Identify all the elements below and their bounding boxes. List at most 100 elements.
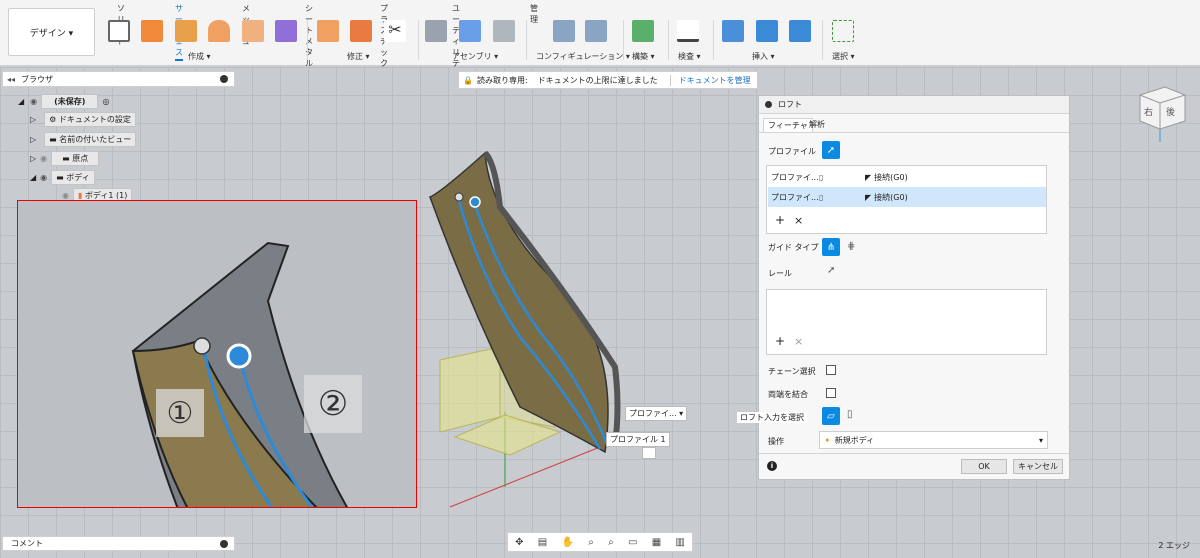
display-settings-icon[interactable]: ▭ [628,537,637,548]
joint-icon[interactable] [425,20,447,42]
create-group[interactable]: 作成 ▾ [188,51,211,62]
list-item[interactable]: プロファイ... ▯ ◤ 接続(G0) [768,167,1046,187]
rail-icon: ⋔ [826,241,836,253]
configure-table-icon[interactable] [585,20,607,42]
profile-tag-1-text: プロファイ... ▾ [629,409,684,418]
expand-icon[interactable]: ◢ [30,173,36,182]
insert-derive-icon[interactable] [722,20,744,42]
merge-ends-checkbox[interactable] [826,388,836,398]
operation-dropdown[interactable]: ✦ 新規ボディ ▾ [819,431,1048,449]
loft-input-surface-button[interactable]: ▱ [822,407,840,425]
design-workspace-button[interactable]: デザイン ▾ [8,8,95,56]
connection-icon[interactable]: ◤ [865,173,871,182]
orbit-icon[interactable]: ✥ [515,537,523,548]
remove-rail-button[interactable]: × [794,335,803,348]
info-icon[interactable]: i [767,461,777,471]
doc-settings-label: ドキュメントの設定 [58,114,131,124]
browser-header[interactable]: ◂◂ ブラウザ [2,71,235,87]
profile-tag-dropdown[interactable]: プロファイ... ▾ [625,406,688,421]
comment-add-icon[interactable] [220,539,228,548]
tree-item-bodies[interactable]: ◢ ◉ ▬ ボディ [30,169,95,185]
eye-icon[interactable]: ◉ [30,97,37,106]
remove-profile-button[interactable]: × [794,214,803,227]
tab-manage[interactable]: 管理 [530,3,538,25]
browser-pin-icon[interactable] [220,75,228,83]
tree-item-root[interactable]: ◢ ◉ (未保存) ◎ [18,93,109,109]
rail-cursor-icon[interactable]: ➚ [827,265,835,276]
configuration-group[interactable]: コンフィギュレーション ▾ [536,51,630,62]
assemble-group[interactable]: アセンブリ ▾ [452,51,498,62]
eye-icon[interactable]: ◉ [40,173,47,182]
browser-title: ブラウザ [21,74,54,84]
solid-input-icon[interactable]: ▯ [847,409,853,420]
body-icon: ▮ [77,190,85,200]
extrude-icon[interactable] [141,20,163,42]
add-profile-button[interactable]: + [775,213,785,227]
profile-tag-2-text: プロファイル 1 [610,435,666,444]
construct-group[interactable]: 構築 ▾ [632,51,655,62]
profile-icon: ▯ [819,192,824,202]
as-built-joint-icon[interactable] [493,20,515,42]
configure-icon[interactable] [553,20,575,42]
tab-analysis[interactable]: 解析 [805,118,829,132]
viewcube-right-label: 右 [1144,108,1154,118]
chain-select-checkbox[interactable] [826,365,836,375]
operation-label: 操作 [768,437,784,446]
centerline-icon[interactable]: ⋕ [847,241,855,252]
connection-icon[interactable]: ◤ [865,193,871,202]
new-component-icon[interactable] [459,20,481,42]
comment-panel-header[interactable]: コメント [2,536,235,551]
collapse-icon[interactable]: ◂◂ [7,75,15,84]
profile-tag[interactable]: プロファイル 1 [606,432,670,447]
tree-item-named-views[interactable]: ▷ ▬ 名前の付いたビュー [30,131,137,147]
insert-image-icon[interactable] [756,20,778,42]
select-icon[interactable] [832,20,854,42]
navigation-bar: ✥ ▤ ✋ ⌕ ⌕ ▭ ▦ ▥ [507,532,693,552]
tree-item-doc-settings[interactable]: ▷ ⚙ ドキュメントの設定 [30,111,136,127]
zoom-window-icon[interactable]: ⌕ [608,537,614,548]
revolve-icon[interactable] [208,20,230,42]
loft-icon[interactable] [242,20,264,42]
cancel-button[interactable]: キャンセル [1013,459,1063,474]
tree-item-origin[interactable]: ▷ ◉ ▬ 原点 [30,150,100,166]
decal-icon[interactable] [789,20,811,42]
move-handle-icon[interactable] [642,447,656,459]
grid-settings-icon[interactable]: ▦ [652,537,661,548]
measure-icon[interactable] [677,20,699,42]
manage-documents-link[interactable]: ドキュメントを管理 [669,74,751,86]
viewcube-back-label: 後 [1166,108,1176,118]
box-icon[interactable] [275,20,297,42]
patch-icon[interactable] [175,20,197,42]
zoom-icon[interactable]: ⌕ [588,537,594,548]
profile-select-button[interactable]: ➚ [822,141,840,159]
dialog-collapse-icon[interactable] [765,101,772,108]
modify-group[interactable]: 修正 ▾ [347,51,370,62]
split-icon[interactable] [317,20,339,42]
plane-icon[interactable] [632,20,654,42]
scissors-icon[interactable]: ✂ [384,20,406,42]
ok-button[interactable]: OK [961,459,1007,474]
list-item[interactable]: プロファイ... ▯ ◤ 接続(G0) [768,187,1046,207]
look-at-icon[interactable]: ▤ [538,537,547,548]
viewcube[interactable]: 右 後 [1130,77,1190,137]
add-rail-button[interactable]: + [775,334,785,348]
expand-icon[interactable]: ▷ [30,115,36,124]
eye-hidden-icon[interactable]: ◉ [62,191,69,200]
eye-hidden-icon[interactable]: ◉ [40,154,47,163]
guide-rail-button[interactable]: ⋔ [822,238,840,256]
sketch-icon[interactable] [108,20,130,42]
profile-condition[interactable]: 接続(G0) [874,172,908,183]
select-group[interactable]: 選択 ▾ [832,51,855,62]
expand-icon[interactable]: ▷ [30,154,36,163]
pan-icon[interactable]: ✋ [562,537,574,548]
expand-icon[interactable]: ◢ [18,97,24,106]
inspect-group[interactable]: 検査 ▾ [678,51,701,62]
expand-icon[interactable]: ▷ [30,135,36,144]
trim-icon[interactable] [350,20,372,42]
loft-dialog-header[interactable]: ロフト [759,96,1069,114]
profile-condition[interactable]: 接続(G0) [874,192,908,203]
viewports-icon[interactable]: ▥ [675,537,684,548]
toolbar: デザイン ▾ ソリッド サーフェス メッシュ シートメタル プラスチック ユーテ… [0,0,1200,79]
radio-icon[interactable]: ◎ [102,97,109,106]
insert-group[interactable]: 挿入 ▾ [752,51,775,62]
